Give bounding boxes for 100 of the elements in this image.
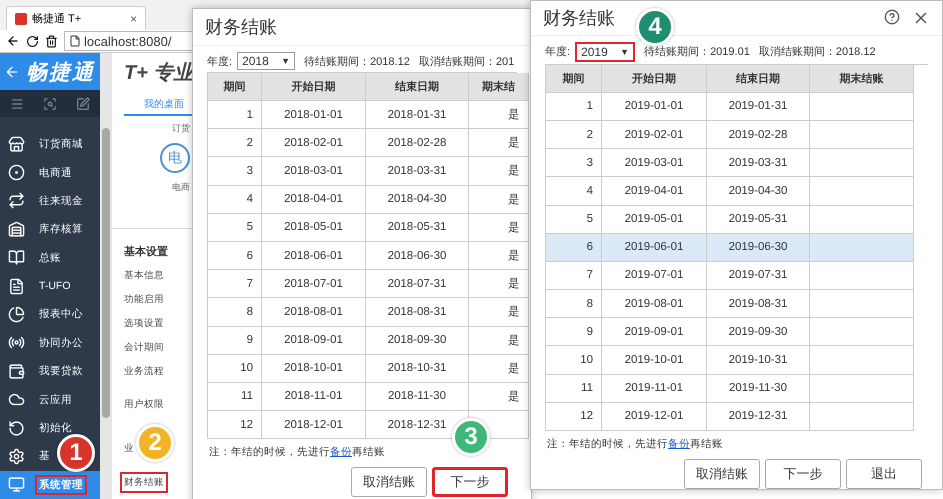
sidebar-item[interactable]: 云应用 — [0, 385, 76, 414]
table-cell: 2019-09-01 — [602, 318, 707, 346]
sidebar-item[interactable]: 系统管理 — [0, 470, 100, 499]
table-cell: 10 — [546, 346, 602, 375]
table-cell: 2019-02-01 — [602, 120, 707, 150]
dialog-button[interactable]: 取消结账 — [684, 459, 760, 489]
table-cell: 是 — [469, 270, 529, 298]
dialog-button[interactable]: 取消结账 — [351, 467, 427, 498]
table-cell: 2019-07-31 — [707, 262, 810, 290]
settings-link[interactable]: 会计期间 — [120, 336, 168, 358]
sidebar-item[interactable]: 总账 — [0, 243, 65, 272]
table-cell: 2018-04-30 — [366, 186, 469, 214]
table-cell: 10 — [208, 354, 262, 383]
cancel-period: 取消结账期间：2018.12 — [758, 45, 876, 60]
browser-tab[interactable]: 畅捷通 T+ × — [6, 6, 146, 30]
year-select[interactable]: 2018 ▼ — [237, 52, 296, 70]
sidebar-item[interactable]: 往来现金 — [0, 186, 87, 216]
table-cell: 2018-09-30 — [366, 326, 469, 355]
sidebar-item[interactable]: 基 — [0, 442, 54, 471]
column-header: 期间 — [546, 64, 602, 93]
sidebar-item[interactable]: 库存核算 — [0, 215, 87, 244]
table-cell: 1 — [208, 101, 262, 130]
table-cell: 9 — [208, 326, 262, 355]
reload-icon[interactable] — [26, 34, 39, 48]
dialog-button[interactable]: 退出 — [846, 459, 922, 489]
monitor-icon — [8, 476, 25, 494]
table-cell: 2019-10-31 — [707, 346, 810, 375]
tab-close-button[interactable]: × — [130, 12, 137, 26]
back-icon[interactable] — [6, 34, 20, 48]
settings-link[interactable]: 功能启用 — [120, 288, 168, 310]
year-select[interactable]: 2019 ▼ — [575, 42, 636, 62]
table-cell: 2019-06-30 — [707, 234, 810, 262]
table-cell: 11 — [546, 374, 602, 403]
table-cell: 2018-06-30 — [366, 242, 469, 270]
sidebar-item[interactable]: T-UFO — [0, 272, 74, 300]
page-icon — [69, 35, 81, 47]
table-cell: 是 — [469, 326, 529, 355]
table-cell: 2018-11-30 — [366, 382, 469, 412]
table-cell: 是 — [469, 186, 529, 214]
table-cell: 3 — [208, 157, 262, 186]
settings-link[interactable]: 基本信息 — [120, 264, 168, 286]
sidebar-item[interactable]: 协同办公 — [0, 328, 87, 358]
desktop-label: 订货 — [172, 122, 190, 135]
backup-link[interactable]: 备份 — [668, 438, 690, 450]
table-cell: 2019-07-01 — [602, 262, 707, 290]
table-cell: 2019-12-01 — [602, 402, 707, 431]
circle-icon — [8, 164, 25, 181]
app-favicon-icon — [15, 12, 27, 24]
table-cell: 2019-05-31 — [707, 206, 810, 234]
sidebar-item[interactable]: 我要贷款 — [0, 357, 87, 386]
year-label: 年度: — [207, 54, 232, 68]
table-cell: 2018-05-31 — [366, 214, 469, 242]
settings-link[interactable]: 选项设置 — [120, 312, 168, 334]
scrollbar[interactable] — [100, 53, 112, 499]
help-icon[interactable] — [884, 8, 900, 25]
table-cell: 2 — [546, 120, 602, 150]
edit-icon[interactable] — [76, 96, 90, 111]
table-cell: 2019-05-01 — [602, 206, 707, 234]
dialog-button[interactable]: 下一步 — [765, 459, 841, 489]
sidebar-item[interactable]: 报表中心 — [0, 300, 87, 329]
table-cell: 是 — [469, 101, 529, 130]
menu-icon[interactable] — [10, 96, 24, 111]
settings-link[interactable]: 财务结账 — [120, 472, 168, 492]
table-cell: 11 — [208, 382, 262, 412]
settings-link[interactable]: 用户权限 — [120, 394, 168, 415]
sidebar-item[interactable]: 订货商城 — [0, 130, 87, 158]
table-cell: 2018-01-01 — [262, 101, 366, 130]
document-icon — [8, 278, 25, 295]
table-cell: 2018-04-01 — [262, 186, 366, 214]
table-cell: 2018-02-01 — [262, 129, 366, 158]
table-cell: 2019-03-31 — [707, 149, 810, 178]
table-cell: 2019-06-01 — [602, 234, 707, 262]
table-cell: 4 — [208, 186, 262, 214]
column-header: 结束日期 — [366, 73, 469, 101]
backup-link[interactable]: 备份 — [330, 446, 352, 458]
column-header: 开始日期 — [262, 73, 366, 101]
table-cell: 2018-06-01 — [262, 242, 366, 270]
table-cell: 5 — [208, 214, 262, 242]
table-cell: 是 — [469, 129, 529, 158]
table-cell: 2019-02-28 — [707, 120, 810, 150]
warehouse-icon — [8, 220, 25, 238]
table-cell: 6 — [208, 242, 262, 270]
column-header: 结束日期 — [707, 64, 810, 93]
dialog-button[interactable]: 下一步 — [432, 467, 508, 498]
search-icon[interactable] — [42, 96, 57, 111]
settings-link[interactable]: 业 — [120, 438, 138, 458]
table-cell: 2018-09-01 — [262, 326, 366, 355]
column-header: 期间 — [208, 73, 262, 101]
table-cell: 12 — [208, 411, 262, 440]
settings-link[interactable]: 业务流程 — [120, 360, 168, 382]
trash-icon[interactable] — [45, 34, 58, 48]
column-header: 期末结 — [469, 73, 529, 101]
table-cell: 2019-03-01 — [602, 149, 707, 178]
table-cell: 2018-07-31 — [366, 270, 469, 298]
settings-heading: 基本设置 — [124, 244, 169, 260]
table-cell: 8 — [208, 298, 262, 326]
table-cell: 2019-09-30 — [707, 318, 810, 346]
arrows-icon — [8, 192, 25, 210]
sidebar-item[interactable]: 电商通 — [0, 158, 76, 187]
table-cell: 是 — [469, 214, 529, 242]
